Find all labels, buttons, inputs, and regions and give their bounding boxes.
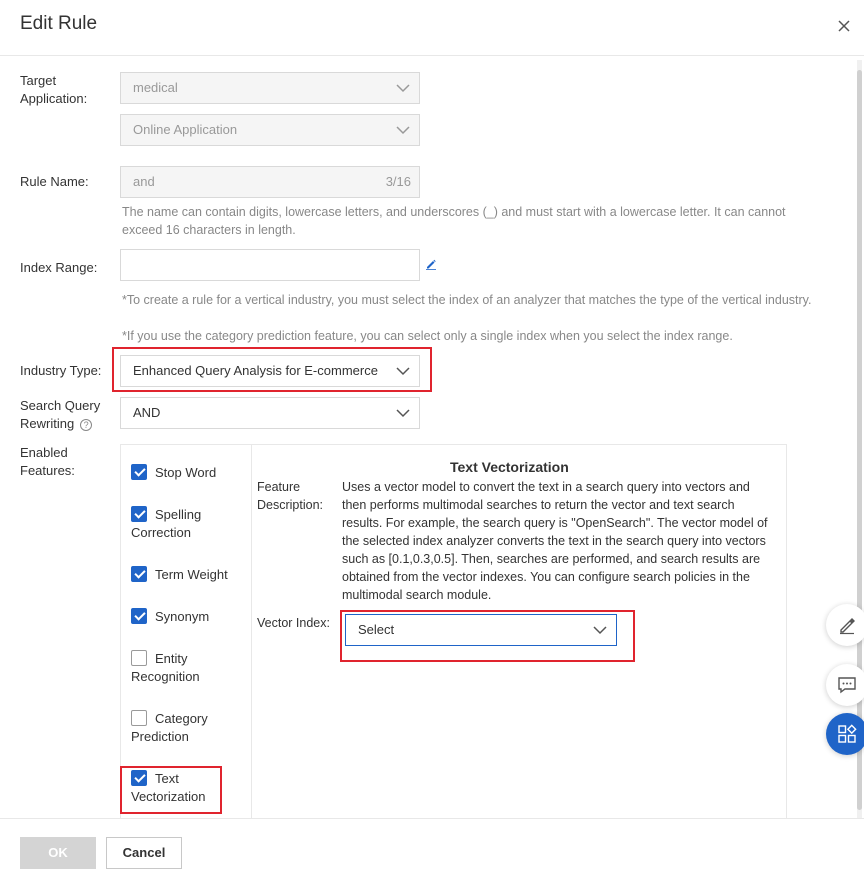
feature-description-label: Feature Description: [257, 480, 323, 512]
rule-name-value: and [133, 174, 155, 189]
feature-entity-recognition[interactable]: Entity Recognition [131, 650, 221, 686]
dialog-title: Edit Rule [20, 13, 98, 34]
dialog-footer: OK Cancel [0, 818, 864, 873]
chevron-down-icon [593, 626, 607, 635]
rule-name-label: Rule Name: [20, 174, 89, 189]
help-icon[interactable]: ? [80, 419, 93, 431]
close-icon [838, 20, 850, 32]
target-application-label: Target Application: [20, 73, 88, 106]
feature-synonym[interactable]: Synonym [131, 608, 209, 626]
rule-name-field: and 3/16 [120, 166, 420, 198]
floating-edit-button[interactable] [826, 604, 864, 646]
chevron-down-icon [396, 84, 410, 93]
search-query-label: Search Query Rewriting? [20, 398, 101, 431]
index-range-label: Index Range: [20, 260, 98, 275]
target-application-select: medical [120, 72, 420, 104]
target-application-value: medical [133, 80, 178, 95]
chat-icon [838, 677, 856, 694]
close-button[interactable] [832, 14, 856, 38]
pencil-icon [840, 618, 855, 635]
checkbox-icon[interactable] [131, 566, 147, 582]
industry-type-select[interactable]: Enhanced Query Analysis for E-commerce [120, 355, 420, 387]
index-range-help-1: *To create a rule for a vertical industr… [122, 293, 812, 307]
feature-stop-word[interactable]: Stop Word [131, 464, 216, 482]
search-query-value: AND [133, 405, 161, 420]
checkbox-icon[interactable] [131, 650, 147, 666]
vector-index-label: Vector Index: [257, 616, 330, 630]
dialog-header: Edit Rule [0, 0, 864, 56]
feature-spelling-correction[interactable]: Spelling Correction [131, 506, 241, 542]
scrollbar[interactable] [857, 60, 862, 820]
checkbox-icon[interactable] [131, 464, 147, 480]
feature-detail-title: Text Vectorization [450, 459, 569, 475]
industry-type-value: Enhanced Query Analysis for E-commerce [133, 363, 378, 378]
application-mode-value: Online Application [133, 122, 238, 137]
index-range-help-2: *If you use the category prediction feat… [122, 329, 733, 343]
edit-icon[interactable] [425, 258, 437, 270]
apps-icon [838, 724, 857, 743]
vector-index-select[interactable]: Select [345, 614, 617, 646]
checkbox-icon[interactable] [131, 506, 147, 522]
features-divider [251, 444, 252, 824]
floating-feedback-button[interactable] [826, 664, 864, 706]
chevron-down-icon [396, 409, 410, 418]
ok-button[interactable]: OK [20, 837, 96, 869]
search-query-select[interactable]: AND [120, 397, 420, 429]
vector-index-placeholder: Select [358, 622, 395, 637]
floating-apps-button[interactable] [826, 713, 864, 755]
checkbox-icon[interactable] [131, 608, 147, 624]
feature-description: Uses a vector model to convert the text … [342, 480, 768, 602]
checkbox-icon[interactable] [131, 710, 147, 726]
chevron-down-icon [396, 367, 410, 376]
index-range-field[interactable] [120, 249, 420, 281]
feature-term-weight[interactable]: Term Weight [131, 566, 228, 584]
checkbox-icon[interactable] [131, 770, 147, 786]
feature-text-vectorization[interactable]: Text Vectorization [131, 770, 221, 806]
rule-name-counter: 3/16 [385, 174, 411, 189]
industry-type-label: Industry Type: [20, 363, 102, 378]
feature-category-prediction[interactable]: Category Prediction [131, 710, 221, 746]
chevron-down-icon [396, 126, 410, 135]
application-mode-select: Online Application [120, 114, 420, 146]
cancel-button[interactable]: Cancel [106, 837, 182, 869]
enabled-features-label: Enabled Features: [20, 445, 75, 478]
rule-name-help: The name can contain digits, lowercase l… [122, 205, 786, 237]
